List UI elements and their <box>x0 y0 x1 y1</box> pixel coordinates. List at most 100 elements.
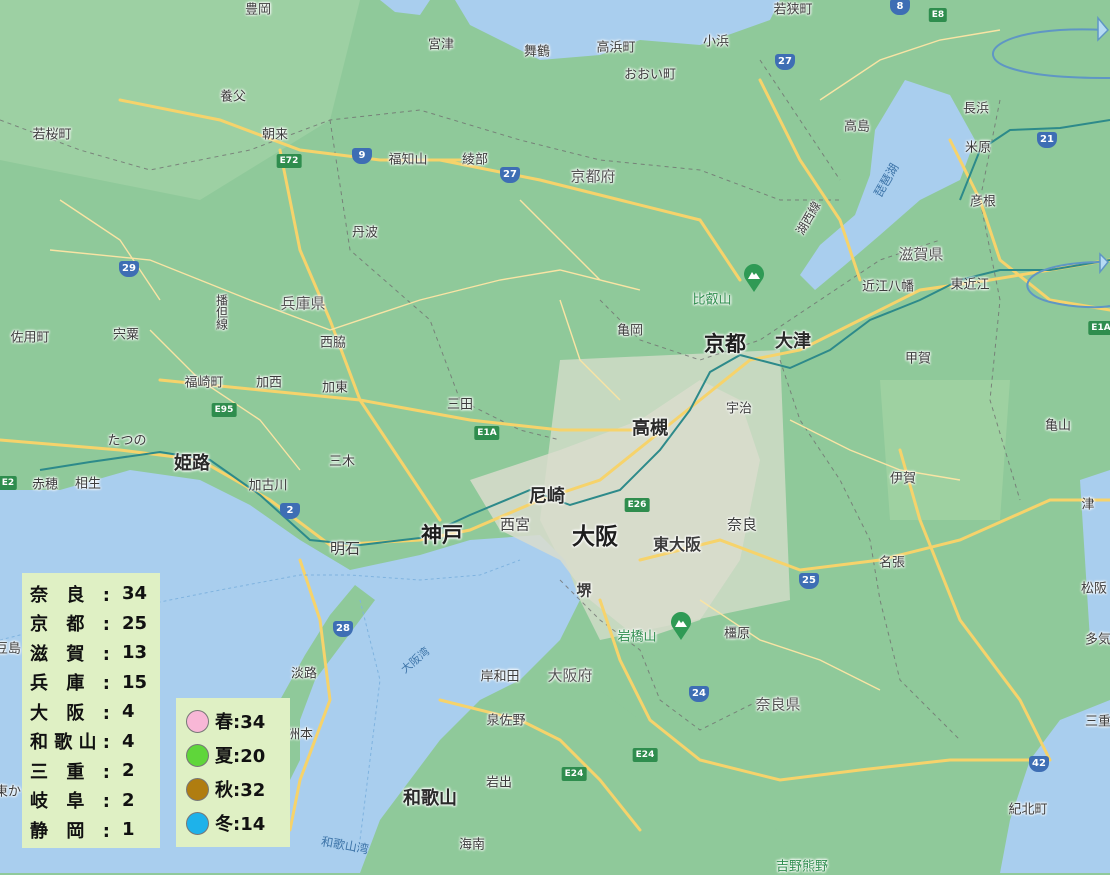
legend-pref-count: 13 <box>122 642 148 664</box>
place-sumoto: 洲本 <box>286 727 314 743</box>
place-wakasa-cho: 若桜町 <box>32 127 72 143</box>
place-himeji: 姫路 <box>174 453 210 474</box>
place-higashi: 東か <box>0 784 22 800</box>
place-hikone: 彦根 <box>969 194 997 210</box>
place-kashihara: 橿原 <box>723 626 751 642</box>
legend-row-mie: 三重: 2 <box>22 756 160 786</box>
place-hieizan: 比叡山 <box>692 292 732 308</box>
legend-pref-name: 滋賀: <box>30 643 110 665</box>
legend-pref-name: 三重: <box>30 761 110 783</box>
place-tamba: 丹波 <box>351 225 379 241</box>
place-takashima: 高島 <box>843 119 871 135</box>
legend-season-label: 冬:14 <box>215 814 266 835</box>
legend-pref-count: 2 <box>122 760 135 782</box>
legend-row-wakayama: 和歌山: 4 <box>22 727 160 757</box>
legend-pref-name: 和歌山: <box>30 732 110 754</box>
place-sakai: 堺 <box>576 581 592 600</box>
route-e24-shield: E24 <box>561 767 587 781</box>
place-omihachiman: 近江八幡 <box>861 279 915 295</box>
place-fukusaki: 福崎町 <box>184 375 224 391</box>
legend-season-label: 春:34 <box>215 712 266 733</box>
place-higashiosaka: 東大阪 <box>652 535 702 554</box>
legend-pref-count: 34 <box>122 583 148 605</box>
place-higashiomi: 東近江 <box>950 277 990 293</box>
mountain-icon[interactable] <box>743 264 765 296</box>
route-24-shield: 24 <box>689 686 709 702</box>
place-osaka-pref: 大阪府 <box>547 666 593 685</box>
place-nara-pref: 奈良県 <box>755 695 801 714</box>
legend-row-spring: 春:34 <box>176 704 290 738</box>
route-27-shield: 27 <box>500 167 520 183</box>
legend-row-summer: 夏:20 <box>176 738 290 772</box>
legend-row-gifu: 岐阜: 2 <box>22 786 160 816</box>
place-aioi: 相生 <box>74 476 102 492</box>
route-e24-shield: E24 <box>632 748 658 762</box>
route-25-shield: 25 <box>799 573 819 589</box>
summer-color-dot <box>186 743 209 767</box>
legend-season-label: 夏:20 <box>215 746 266 767</box>
route-27-shield: 27 <box>775 54 795 70</box>
place-miki: 三木 <box>328 454 356 470</box>
legend-row-osaka: 大阪: 4 <box>22 697 160 727</box>
legend-pref-count: 15 <box>122 671 148 693</box>
place-asago: 朝来 <box>261 127 289 143</box>
autumn-color-dot <box>186 777 209 801</box>
place-nara: 奈良 <box>726 515 758 534</box>
route-42-shield: 42 <box>1029 756 1049 772</box>
place-matsusaka: 松阪 <box>1080 581 1108 597</box>
place-toyooka: 豊岡 <box>244 2 272 18</box>
place-kyoto-pref: 京都府 <box>570 167 616 186</box>
place-iga: 伊賀 <box>889 471 917 487</box>
place-wakasa: 若狭町 <box>773 2 813 18</box>
place-kasai: 加西 <box>255 375 283 391</box>
route-e2-shield: E2 <box>0 476 18 490</box>
route-e26-shield: E26 <box>624 498 650 512</box>
place-hyogo-pref: 兵庫県 <box>280 294 326 313</box>
place-yoshino: 吉野熊野 <box>775 859 829 875</box>
place-kakogawa: 加古川 <box>248 478 288 494</box>
place-kainan: 海南 <box>458 837 486 853</box>
legend-pref-count: 2 <box>122 789 135 811</box>
place-ayabe: 綾部 <box>461 152 489 168</box>
legend-row-nara: 奈良: 34 <box>22 579 160 609</box>
place-shodo: 豆島 <box>0 641 22 657</box>
place-uji: 宇治 <box>725 401 753 417</box>
season-legend: 春:34 夏:20 秋:32 冬:14 <box>176 698 290 847</box>
place-taki: 多気 <box>1084 632 1110 648</box>
legend-pref-name: 京都: <box>30 614 110 636</box>
legend-row-winter: 冬:14 <box>176 806 290 840</box>
place-otsu: 大津 <box>775 331 811 352</box>
route-e1a-shield: E1A <box>474 426 500 440</box>
legend-pref-count: 25 <box>122 612 148 634</box>
route-e95-shield: E95 <box>211 403 237 417</box>
legend-pref-name: 大阪: <box>30 702 110 724</box>
place-obama: 小浜 <box>702 34 730 50</box>
place-sayo: 佐用町 <box>10 330 50 346</box>
place-kameoka: 亀岡 <box>616 323 644 339</box>
legend-row-shiga: 滋賀: 13 <box>22 638 160 668</box>
place-kobe: 神戸 <box>421 523 463 547</box>
place-yabu: 養父 <box>219 89 247 105</box>
map-canvas[interactable] <box>0 0 1110 873</box>
legend-row-shizuoka: 静岡: 1 <box>22 815 160 845</box>
legend-pref-name: 兵庫: <box>30 673 110 695</box>
place-izumisano: 泉佐野 <box>486 713 526 729</box>
place-shiso: 宍粟 <box>112 327 140 343</box>
place-fukuchiyama: 福知山 <box>388 152 428 168</box>
place-mie: 三重 <box>1084 714 1110 730</box>
place-koka: 甲賀 <box>904 351 932 367</box>
legend-row-autumn: 秋:32 <box>176 772 290 806</box>
place-ako: 赤穂 <box>31 477 59 493</box>
place-iwade: 岩出 <box>485 775 513 791</box>
place-takahama: 高浜町 <box>596 40 636 56</box>
place-nagahama: 長浜 <box>962 101 990 117</box>
place-maibara: 米原 <box>964 140 992 156</box>
place-kameyama: 亀山 <box>1044 418 1072 434</box>
place-tsu: 津 <box>1081 497 1095 513</box>
mountain-icon[interactable] <box>670 612 692 644</box>
place-kyoto: 京都 <box>704 332 746 356</box>
place-wakayama: 和歌山 <box>403 788 457 809</box>
prefecture-count-legend: 奈良: 34 京都: 25 滋賀: 13 兵庫: 15 大阪: 4 和歌山: 4 三重: 2 … <box>22 573 160 848</box>
route-9-shield: 9 <box>352 148 372 164</box>
place-tatsuno: たつの <box>107 433 147 449</box>
